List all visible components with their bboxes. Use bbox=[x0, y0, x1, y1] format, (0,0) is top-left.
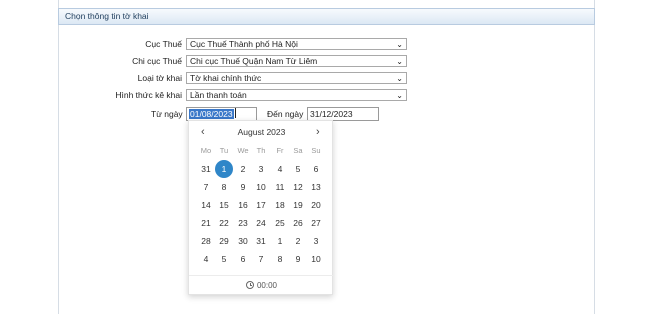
date-picker-popup: ‹ August 2023 › Mo Tu We Th Fr Sa Su 31 1 2 3 4 5 6 7… bbox=[188, 120, 334, 296]
calendar-day[interactable]: 28 bbox=[197, 232, 215, 250]
panel-header: Chọn thông tin tờ khai bbox=[58, 8, 595, 25]
calendar-day[interactable]: 11 bbox=[271, 178, 289, 196]
den-ngay-label: Đến ngày bbox=[267, 109, 304, 119]
hinh-thuc-ke-khai-select[interactable]: Lần thanh toán ⌄ bbox=[186, 89, 407, 101]
calendar-day[interactable]: 5 bbox=[215, 250, 233, 268]
calendar-day[interactable]: 21 bbox=[197, 214, 215, 232]
calendar-day[interactable]: 4 bbox=[271, 160, 289, 178]
calendar-day[interactable]: 9 bbox=[289, 250, 307, 268]
calendar-day[interactable]: 10 bbox=[307, 250, 325, 268]
calendar-day[interactable]: 16 bbox=[234, 196, 252, 214]
time-value: 00:00 bbox=[256, 281, 278, 290]
calendar-day[interactable]: 10 bbox=[252, 178, 270, 196]
weekday-label: Fr bbox=[276, 146, 284, 155]
weekday-label: Sa bbox=[293, 146, 303, 155]
calendar-day[interactable]: 3 bbox=[252, 160, 270, 178]
tu-ngay-input[interactable]: 01/08/2023 bbox=[186, 107, 257, 121]
hinh-thuc-ke-khai-value: Lần thanh toán bbox=[190, 90, 247, 100]
loai-to-khai-label: Loại tờ khai bbox=[137, 73, 182, 83]
calendar-day[interactable]: 6 bbox=[234, 250, 252, 268]
weekday-label: Su bbox=[311, 146, 321, 155]
cuc-thue-label: Cục Thuế bbox=[145, 39, 182, 49]
calendar-day[interactable]: 18 bbox=[271, 196, 289, 214]
calendar-day[interactable]: 7 bbox=[197, 178, 215, 196]
calendar-day[interactable]: 23 bbox=[234, 214, 252, 232]
den-ngay-value: 31/12/2023 bbox=[310, 109, 353, 119]
chi-cuc-thue-select[interactable]: Chi cục Thuế Quận Nam Từ Liêm ⌄ bbox=[186, 55, 407, 67]
hinh-thuc-ke-khai-label: Hình thức kê khai bbox=[115, 90, 182, 100]
calendar-day[interactable]: 3 bbox=[307, 232, 325, 250]
calendar-day[interactable]: 27 bbox=[307, 214, 325, 232]
chi-cuc-thue-label: Chi cục Thuế bbox=[132, 56, 182, 66]
calendar-day[interactable]: 6 bbox=[307, 160, 325, 178]
cuc-thue-value: Cục Thuế Thành phố Hà Nội bbox=[190, 39, 298, 49]
weekday-label: We bbox=[237, 146, 249, 155]
loai-to-khai-value: Tờ khai chính thức bbox=[190, 73, 262, 83]
next-month-icon[interactable]: › bbox=[316, 126, 320, 138]
chevron-down-icon: ⌄ bbox=[396, 40, 403, 49]
weekday-label: Mo bbox=[200, 146, 212, 155]
den-ngay-input[interactable]: 31/12/2023 bbox=[307, 107, 379, 121]
chevron-down-icon: ⌄ bbox=[396, 57, 403, 66]
chevron-down-icon: ⌄ bbox=[396, 74, 403, 83]
weekday-label: Tu bbox=[219, 146, 229, 155]
time-toggle[interactable]: 00:00 bbox=[189, 275, 334, 296]
calendar-day[interactable]: 2 bbox=[234, 160, 252, 178]
calendar-day[interactable]: 2 bbox=[289, 232, 307, 250]
text-caret bbox=[234, 108, 236, 118]
loai-to-khai-select[interactable]: Tờ khai chính thức ⌄ bbox=[186, 72, 407, 84]
calendar-day[interactable]: 29 bbox=[215, 232, 233, 250]
chevron-down-icon: ⌄ bbox=[396, 91, 403, 100]
calendar-day[interactable]: 31 bbox=[197, 160, 215, 178]
calendar-day[interactable]: 26 bbox=[289, 214, 307, 232]
month-title: August 2023 bbox=[237, 127, 286, 137]
cuc-thue-select[interactable]: Cục Thuế Thành phố Hà Nội ⌄ bbox=[186, 38, 407, 50]
calendar-day[interactable]: 1 bbox=[271, 232, 289, 250]
tu-ngay-value: 01/08/2023 bbox=[189, 109, 234, 119]
calendar-day[interactable]: 12 bbox=[289, 178, 307, 196]
clock-icon bbox=[245, 281, 254, 289]
calendar-day[interactable]: 20 bbox=[307, 196, 325, 214]
calendar-day[interactable]: 31 bbox=[252, 232, 270, 250]
calendar-day[interactable]: 14 bbox=[197, 196, 215, 214]
chi-cuc-thue-value: Chi cục Thuế Quận Nam Từ Liêm bbox=[190, 56, 318, 66]
calendar-day[interactable]: 13 bbox=[307, 178, 325, 196]
calendar-day[interactable]: 24 bbox=[252, 214, 270, 232]
tu-ngay-label: Từ ngày bbox=[151, 109, 183, 119]
calendar-day[interactable]: 30 bbox=[234, 232, 252, 250]
calendar-day[interactable]: 8 bbox=[215, 178, 233, 196]
calendar-day[interactable]: 25 bbox=[271, 214, 289, 232]
calendar-day[interactable]: 5 bbox=[289, 160, 307, 178]
calendar-day[interactable]: 7 bbox=[252, 250, 270, 268]
calendar-day[interactable]: 1 bbox=[215, 160, 233, 178]
calendar-day[interactable]: 19 bbox=[289, 196, 307, 214]
calendar-day[interactable]: 15 bbox=[215, 196, 233, 214]
calendar-day[interactable]: 8 bbox=[271, 250, 289, 268]
calendar-day[interactable]: 9 bbox=[234, 178, 252, 196]
calendar-day[interactable]: 4 bbox=[197, 250, 215, 268]
calendar-day[interactable]: 17 bbox=[252, 196, 270, 214]
calendar-day[interactable]: 22 bbox=[215, 214, 233, 232]
weekday-label: Th bbox=[256, 146, 266, 155]
